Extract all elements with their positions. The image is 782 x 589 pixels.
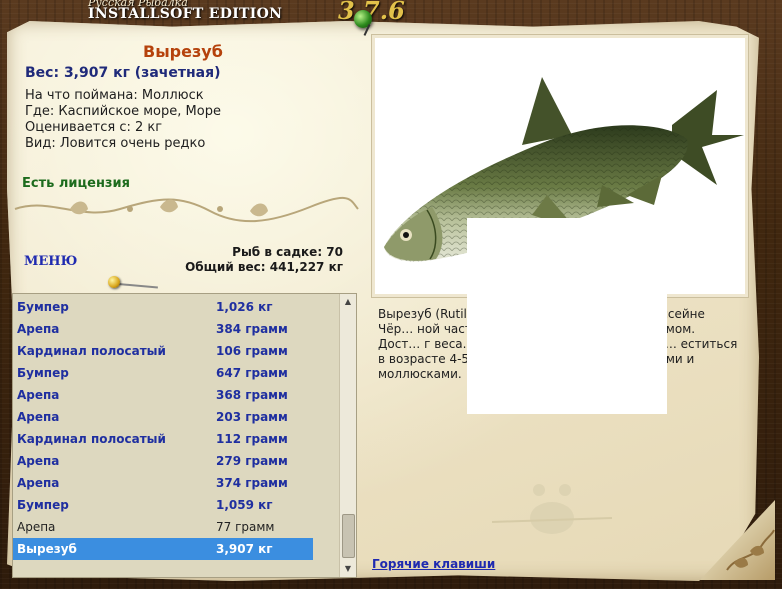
list-item-name: Арепа xyxy=(17,410,60,424)
list-item[interactable]: Бумпер 1,059 кг xyxy=(13,494,313,516)
fisherman-watermark-icon xyxy=(492,484,612,534)
list-item-weight: 77 грамм xyxy=(216,520,275,534)
list-item[interactable]: Кардинал полосатый 112 грамм xyxy=(13,428,313,450)
list-item[interactable]: Арепа 374 грамм xyxy=(13,472,313,494)
list-item[interactable]: Бумпер 1,026 кг xyxy=(13,296,313,318)
list-item-name: Бумпер xyxy=(17,366,69,380)
list-item[interactable]: Арепа 77 грамм xyxy=(13,516,313,538)
scroll-up-arrow-icon[interactable]: ▲ xyxy=(340,294,356,310)
scroll-down-arrow-icon[interactable]: ▼ xyxy=(340,561,356,577)
total-weight: Общий вес: 441,227 кг xyxy=(185,260,343,274)
list-item-name: Арепа xyxy=(17,322,60,336)
fish-name: Вырезуб xyxy=(143,42,223,61)
app-title-bar: Русская Рыбалка INSTALLSOFT EDITION 3.7.… xyxy=(88,0,405,25)
corner-ornament xyxy=(726,529,775,571)
hotkeys-link[interactable]: Горячие клавиши xyxy=(372,557,495,571)
list-item-weight: 647 грамм xyxy=(216,366,288,380)
list-item-weight: 3,907 кг xyxy=(216,542,273,556)
fish-bait: На что поймана: Моллюск xyxy=(25,88,204,103)
list-item[interactable]: Арепа 384 грамм xyxy=(13,318,313,340)
scrollbar-thumb[interactable] xyxy=(342,514,355,558)
catch-list: Бумпер 1,026 кг Арепа 384 грамм Кардинал пол… xyxy=(12,293,357,578)
fish-location: Где: Каспийское море, Море xyxy=(25,104,221,119)
list-item-name: Вырезуб xyxy=(17,542,77,556)
yellow-pushpin-icon xyxy=(108,276,120,288)
list-item-name: Кардинал полосатый xyxy=(17,432,166,446)
list-item-name: Арепа xyxy=(17,388,60,402)
list-item-weight: 374 грамм xyxy=(216,476,288,490)
catch-list-viewport: Бумпер 1,026 кг Арепа 384 грамм Кардинал пол… xyxy=(13,294,334,577)
fish-weight: Вес: 3,907 кг (зачетная) xyxy=(25,65,221,81)
fish-rarity: Вид: Ловится очень редко xyxy=(25,136,206,151)
list-item[interactable]: Бумпер 647 грамм xyxy=(13,362,313,384)
list-item-weight: 106 грамм xyxy=(216,344,288,358)
list-item-weight: 112 грамм xyxy=(216,432,288,446)
list-item[interactable]: Кардинал полосатый 106 грамм xyxy=(13,340,313,362)
list-item-selected[interactable]: Вырезуб 3,907 кг xyxy=(13,538,313,560)
description-occluder xyxy=(467,218,667,414)
list-item-name: Бумпер xyxy=(17,498,69,512)
list-item-weight: 279 грамм xyxy=(216,454,288,468)
fish-valued-from: Оценивается с: 2 кг xyxy=(25,120,163,135)
list-item-name: Арепа xyxy=(17,476,60,490)
keepnet-count: Рыб в садке: 70 xyxy=(232,245,343,259)
catch-stats: Рыб в садке: 70 Общий вес: 441,227 кг xyxy=(150,245,343,275)
list-item-weight: 368 грамм xyxy=(216,388,288,402)
list-item-weight: 203 грамм xyxy=(216,410,288,424)
list-item-weight: 1,026 кг xyxy=(216,300,273,314)
list-scrollbar[interactable]: ▲ ▼ xyxy=(339,294,356,577)
list-item-weight: 1,059 кг xyxy=(216,498,273,512)
list-item-name: Кардинал полосатый xyxy=(17,344,166,358)
app-edition: INSTALLSOFT EDITION xyxy=(88,6,283,22)
list-item[interactable]: Арепа 203 грамм xyxy=(13,406,313,428)
list-item-name: Бумпер xyxy=(17,300,69,314)
list-item[interactable]: Арепа 279 грамм xyxy=(13,450,313,472)
list-item-name: Арепа xyxy=(17,520,56,534)
ornament-divider xyxy=(14,196,359,223)
list-item-weight: 384 грамм xyxy=(216,322,288,336)
list-item-name: Арепа xyxy=(17,454,60,468)
list-item[interactable]: Арепа 368 грамм xyxy=(13,384,313,406)
menu-link[interactable]: МЕНЮ xyxy=(24,254,77,269)
